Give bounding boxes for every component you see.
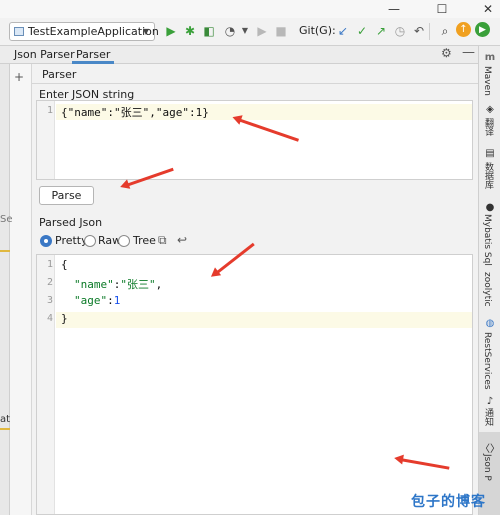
tool-window-tabbar: Json Parser Parser ⚙ — [0, 45, 478, 64]
tool-maven[interactable]: Maven [482, 66, 492, 96]
tool-translate[interactable]: 翻译 [482, 118, 495, 136]
git-update-icon[interactable]: ↙ [335, 23, 351, 39]
current-line-highlight [56, 312, 472, 328]
add-icon[interactable]: + [14, 70, 24, 84]
line-number: 1 [46, 105, 53, 116]
profile-icon[interactable]: ◔ [222, 23, 238, 39]
json-key: "age" [74, 294, 108, 307]
maven-icon: m [484, 52, 496, 63]
translate-icon: ◈ [486, 104, 494, 115]
run-icon[interactable]: ▶ [163, 23, 179, 39]
subbar-title: Parser [42, 68, 77, 81]
json-line-3: "age":1 [74, 294, 120, 307]
output-panel-label: Parsed Json [39, 216, 103, 229]
radio-tree-label[interactable]: Tree [133, 234, 156, 247]
tool-json-parser[interactable]: Json P [482, 454, 492, 481]
update-icon[interactable]: ↑ [456, 22, 471, 37]
notifications-icon: ♪ [486, 396, 494, 407]
json-number: 1 [113, 294, 121, 307]
output-gutter: 1 2 3 4 [37, 255, 55, 514]
chevron-down-icon: ▼ [142, 27, 149, 36]
line-number: 1 [46, 259, 53, 270]
radio-pretty[interactable] [40, 235, 52, 247]
watermark-text: 包子的博客 [411, 494, 486, 510]
stop-icon: ■ [275, 24, 287, 38]
project-strip [0, 64, 10, 515]
right-tool-bar: m Maven ◈ 翻译 ▤ 数据库 ● Mybatis Sql zoolyti… [478, 46, 500, 515]
tool-zoolytic[interactable]: zoolytic [482, 272, 492, 307]
run-disabled-icon: ▶ [257, 24, 267, 38]
left-marker [0, 428, 10, 430]
app-config-icon [14, 27, 24, 36]
git-rollback-icon[interactable]: ↶ [411, 23, 427, 39]
input-gutter: 1 [37, 101, 55, 179]
restservices-icon: ◍ [485, 318, 495, 329]
left-fragment-at: at [0, 414, 11, 425]
close-icon[interactable]: ✕ [478, 1, 498, 17]
minimize-icon[interactable]: — [384, 1, 404, 17]
tab-parser[interactable]: Parser [72, 46, 115, 64]
plugin-icon[interactable]: ▶ [475, 22, 490, 37]
line-number: 3 [46, 295, 53, 306]
run-configuration-select[interactable]: TestExampleApplication ▼ [9, 22, 159, 41]
coverage-icon[interactable]: ◧ [201, 23, 217, 39]
maximize-icon[interactable]: ☐ [432, 1, 452, 17]
json-input-editor[interactable]: 1 {"name":"张三","age":1} [36, 100, 473, 180]
radio-pretty-label[interactable]: Pretty [55, 234, 88, 247]
git-history-icon[interactable]: ◷ [392, 23, 408, 39]
json-braces-icon: 〈〉 [480, 444, 500, 455]
json-string: "张三" [120, 278, 156, 291]
main-toolbar: TestExampleApplication ▼ ▶ ✱ ◧ ◔ ▼ ▶ ■ G… [0, 18, 500, 46]
debug-icon[interactable]: ✱ [182, 23, 198, 39]
json-line-4: } [61, 312, 68, 325]
line-number: 4 [46, 313, 53, 324]
json-line-1: { [61, 258, 68, 271]
wrap-icon[interactable]: ↩ [177, 233, 187, 247]
mybatis-icon: ● [485, 202, 495, 213]
json-line-2: "name":"张三", [74, 276, 162, 292]
title-bar: — ☐ ✕ [0, 0, 500, 18]
gear-icon[interactable]: ⚙ [441, 46, 452, 60]
editor-edge: + Se at [0, 64, 32, 515]
git-commit-icon[interactable]: ✓ [354, 23, 370, 39]
git-label: Git(G): [299, 24, 336, 37]
copy-icon[interactable]: ⧉ [158, 233, 167, 248]
left-marker [0, 250, 10, 252]
json-sep: : [107, 294, 114, 307]
database-icon: ▤ [485, 148, 495, 159]
tab-json-parser[interactable]: Json Parser [10, 46, 79, 64]
git-push-icon[interactable]: ↗ [373, 23, 389, 39]
run-config-label: TestExampleApplication [28, 25, 159, 38]
json-output-editor[interactable]: 1 2 3 4 { "name":"张三", "age":1 } [36, 254, 473, 515]
radio-tree[interactable] [118, 235, 130, 247]
tool-database[interactable]: 数据库 [482, 162, 495, 189]
parse-button[interactable]: Parse [39, 186, 94, 205]
hide-icon[interactable]: — [462, 45, 475, 60]
radio-raw[interactable] [84, 235, 96, 247]
tool-notifications[interactable]: 通知 [482, 408, 495, 426]
json-input-text[interactable]: {"name":"张三","age":1} [61, 104, 209, 120]
toolbar-divider [429, 23, 430, 40]
line-number: 2 [46, 277, 53, 288]
search-icon[interactable]: ⌕ [437, 23, 453, 39]
left-fragment-se: Se [0, 214, 13, 225]
parser-subbar: Parser [32, 64, 478, 84]
profile-dropdown-icon[interactable]: ▼ [237, 23, 253, 39]
json-key: "name" [74, 278, 114, 291]
tool-mybatis-sql[interactable]: Mybatis Sql [482, 214, 492, 266]
tool-restservices[interactable]: RestServices [482, 332, 492, 390]
json-comma: , [155, 278, 163, 291]
